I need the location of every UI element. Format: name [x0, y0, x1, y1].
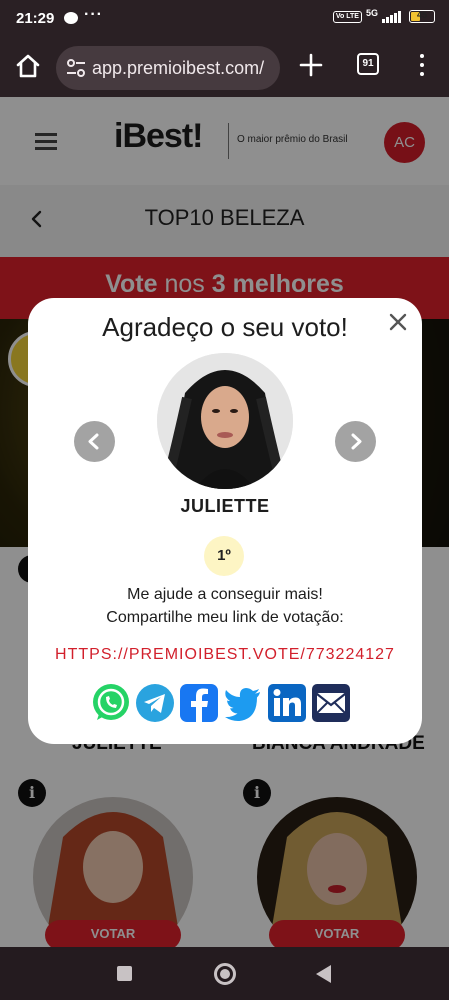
battery-level: 45 — [416, 10, 427, 20]
url-text[interactable]: app.premioibest.com/ — [92, 58, 264, 79]
previous-arrow-button[interactable] — [74, 421, 115, 462]
battery-icon: 45 — [409, 10, 435, 23]
status-time: 21:29 — [16, 10, 55, 27]
home-button[interactable] — [214, 963, 236, 985]
tab-switcher-button[interactable]: 91 — [357, 53, 379, 75]
next-arrow-button[interactable] — [335, 421, 376, 462]
candidate-name: JULIETTE — [180, 496, 270, 516]
chat-notification-icon — [64, 12, 78, 24]
status-bar: 21:29 ··· Vo LTE 5G 45 — [0, 0, 449, 40]
chevron-left-icon — [88, 433, 99, 450]
browser-toolbar: app.premioibest.com/ 91 — [0, 40, 449, 97]
recents-button[interactable] — [117, 966, 132, 981]
email-icon[interactable] — [310, 682, 352, 724]
signal-icon — [382, 10, 401, 23]
help-line-1: Me ajude a conseguir mais! — [127, 586, 323, 603]
telegram-icon[interactable] — [134, 682, 176, 724]
system-navigation-bar — [0, 947, 449, 1000]
whatsapp-icon[interactable] — [90, 682, 132, 724]
back-button[interactable] — [316, 965, 331, 983]
linkedin-icon[interactable] — [266, 682, 308, 724]
vote-link[interactable]: HTTPS://PREMIOIBEST.VOTE/773224127 — [28, 646, 422, 664]
more-notifications-icon: ··· — [84, 6, 103, 23]
help-line-2: Compartilhe meu link de votação: — [106, 609, 344, 626]
new-tab-icon[interactable] — [298, 52, 324, 78]
facebook-icon[interactable] — [178, 682, 220, 724]
thank-you-modal: Agradeço o seu voto! JULIETTE 1º Me ajud… — [28, 298, 422, 744]
candidate-profile-photo — [157, 353, 293, 489]
home-icon[interactable] — [14, 52, 42, 80]
modal-title: Agradeço o seu voto! — [102, 312, 348, 342]
twitter-icon[interactable] — [222, 682, 264, 724]
volte-icon: Vo LTE — [332, 10, 362, 23]
rank-badge: 1º — [204, 536, 244, 576]
browser-menu-icon[interactable] — [412, 52, 432, 78]
share-buttons — [90, 682, 352, 724]
address-bar[interactable]: app.premioibest.com/ — [56, 46, 280, 90]
chevron-right-icon — [351, 433, 362, 450]
site-settings-icon[interactable] — [66, 59, 86, 77]
status-indicators: Vo LTE 5G 45 — [332, 7, 435, 23]
network-type: 5G — [365, 7, 378, 18]
close-icon[interactable] — [388, 312, 408, 332]
share-instructions: Me ajude a conseguir mais! Compartilhe m… — [28, 583, 422, 629]
